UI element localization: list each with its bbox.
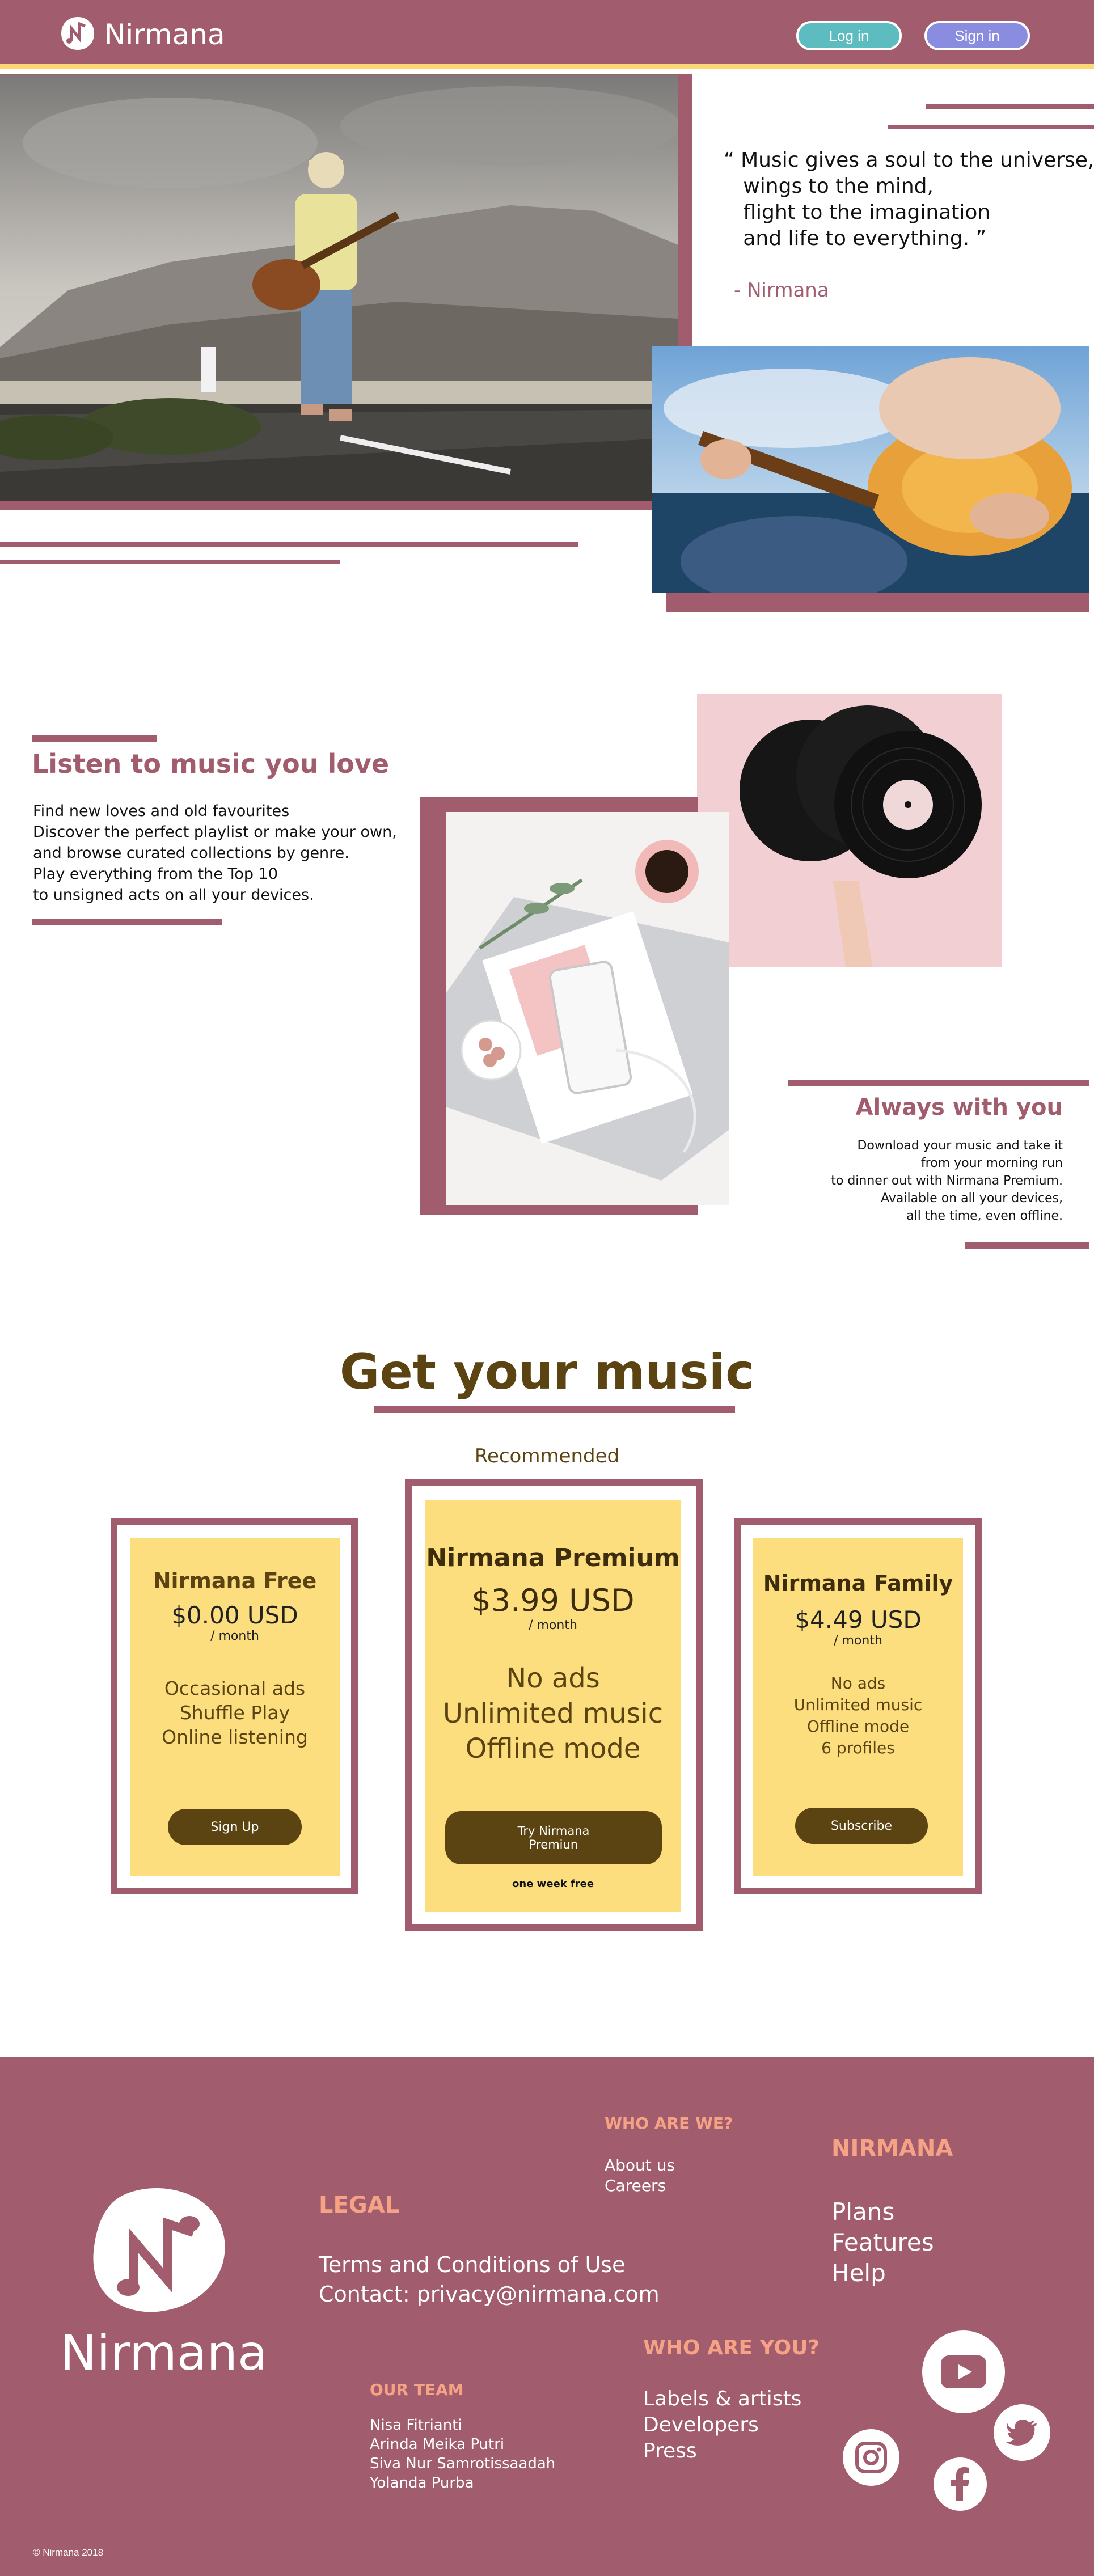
plan-feature: Occasional ads <box>164 1677 306 1699</box>
footer-logo-icon[interactable] <box>88 2179 230 2315</box>
listen-line-3: and browse curated collections by genre. <box>33 844 349 862</box>
plan-name: Nirmana Family <box>763 1571 953 1596</box>
twitter-icon[interactable] <box>994 2404 1050 2461</box>
guitar-closeup-photo <box>652 346 1089 593</box>
team-member: Nisa Fitrianti <box>370 2417 462 2434</box>
developers-link[interactable]: Developers <box>643 2413 759 2437</box>
about-us-link[interactable]: About us <box>605 2156 675 2175</box>
quote-line-4: and life to everything. ” <box>724 227 987 250</box>
quote-line-3: flight to the imagination <box>724 201 991 224</box>
pricing-title: Get your music <box>339 1344 755 1401</box>
plan-name: Nirmana Free <box>153 1568 317 1593</box>
legal-heading: LEGAL <box>319 2192 400 2218</box>
plan-feature: 6 profiles <box>821 1739 895 1757</box>
guitarist-road-photo <box>0 75 678 501</box>
plan-name: Nirmana Premium <box>426 1543 680 1572</box>
recommended-label: Recommended <box>474 1445 620 1467</box>
youtube-icon[interactable] <box>922 2330 1005 2413</box>
careers-link[interactable]: Careers <box>605 2176 666 2195</box>
instagram-icon[interactable] <box>843 2429 899 2486</box>
copyright-text: © Nirmana 2018 <box>33 2547 104 2558</box>
try-premium-button[interactable]: Try Nirmana Premiun <box>445 1811 662 1864</box>
who-are-we-heading: WHO ARE WE? <box>605 2114 733 2133</box>
nirmana-logo-icon[interactable] <box>60 16 95 51</box>
listen-line-5: to unsigned acts on all your devices. <box>33 886 314 904</box>
plan-price: $0.00 USD <box>171 1601 298 1629</box>
hero-quote: “ Music gives a soul to the universe, wi… <box>724 147 1094 252</box>
press-link[interactable]: Press <box>643 2439 697 2463</box>
labels-artists-link[interactable]: Labels & artists <box>643 2387 801 2410</box>
desk-phone-photo <box>446 812 729 1205</box>
listen-bottom-bar <box>32 919 222 925</box>
plan-feature: Offline mode <box>465 1733 641 1765</box>
always-heading: Always with you <box>855 1094 1063 1120</box>
nirmana-heading: NIRMANA <box>831 2135 953 2162</box>
plan-price: $4.49 USD <box>795 1606 922 1634</box>
who-are-you-heading: WHO ARE YOU? <box>643 2336 820 2359</box>
terms-link[interactable]: Terms and Conditions of Use <box>319 2252 625 2277</box>
plan-feature: Shuffle Play <box>179 1702 290 1724</box>
contact-link[interactable]: Contact: privacy@nirmana.com <box>319 2282 660 2307</box>
plan-feature: Unlimited music <box>442 1698 664 1729</box>
always-top-bar <box>788 1080 1089 1086</box>
listen-line-2: Discover the perfect playlist or make yo… <box>33 823 397 841</box>
listen-heading: Listen to music you love <box>32 748 390 779</box>
always-line-3: to dinner out with Nirmana Premium. <box>831 1174 1063 1188</box>
team-member: Yolanda Purba <box>370 2475 474 2492</box>
listen-line-1: Find new loves and old favourites <box>33 802 290 820</box>
hero-right-top-bar-2 <box>888 125 1094 129</box>
plan-feature: Unlimited music <box>793 1695 923 1714</box>
listen-description: Find new loves and old favourites Discov… <box>33 801 397 906</box>
quote-line-1: “ Music gives a soul to the universe, <box>724 149 1094 172</box>
help-link[interactable]: Help <box>831 2259 886 2287</box>
brand-name[interactable]: Nirmana <box>104 18 225 51</box>
plan-feature: Online listening <box>162 1726 308 1748</box>
plan-card-family-body: Nirmana Family $4.49 USD / month No ads … <box>753 1538 963 1876</box>
always-bottom-bar <box>965 1242 1089 1249</box>
quote-line-2: wings to the mind, <box>724 175 934 198</box>
subscribe-button[interactable]: Subscribe <box>795 1808 928 1844</box>
plan-feature: No ads <box>506 1663 600 1694</box>
team-member: Arinda Meika Putri <box>370 2436 505 2453</box>
always-line-2: from your morning run <box>920 1156 1063 1170</box>
always-line-1: Download your music and take it <box>857 1139 1063 1153</box>
login-button[interactable]: Log in <box>796 21 902 50</box>
footer-brand[interactable]: Nirmana <box>60 2325 268 2382</box>
features-link[interactable]: Features <box>831 2228 934 2256</box>
quote-author: - Nirmana <box>734 279 829 302</box>
try-premium-line-2: Premiun <box>529 1838 578 1851</box>
vinyl-records-photo <box>697 694 1002 967</box>
hero-right-top-bar-1 <box>926 104 1094 109</box>
always-line-5: all the time, even offline. <box>906 1209 1063 1223</box>
plan-feature: Offline mode <box>806 1717 910 1736</box>
pricing-title-underline <box>374 1406 735 1413</box>
facebook-icon[interactable] <box>934 2457 987 2511</box>
hero-bottom-bar-1 <box>0 542 578 547</box>
plan-card-premium-body: Nirmana Premium $3.99 USD / month No ads… <box>425 1500 681 1912</box>
always-description: Download your music and take it from you… <box>783 1137 1063 1225</box>
plan-period: / month <box>210 1629 259 1643</box>
plans-link[interactable]: Plans <box>831 2198 894 2226</box>
always-line-4: Available on all your devices, <box>881 1191 1063 1205</box>
plan-feature: No ads <box>830 1674 886 1693</box>
trial-note: one week free <box>512 1878 594 1890</box>
our-team-heading: OUR TEAM <box>370 2380 464 2399</box>
plan-period: / month <box>834 1634 882 1648</box>
plan-card-free-body: Nirmana Free $0.00 USD / month Occasiona… <box>130 1538 340 1876</box>
listen-line-4: Play everything from the Top 10 <box>33 865 278 883</box>
signin-button[interactable]: Sign in <box>924 21 1030 50</box>
plan-price: $3.99 USD <box>471 1583 635 1618</box>
try-premium-line-1: Try Nirmana <box>517 1824 590 1838</box>
listen-top-bar <box>32 735 157 742</box>
signup-button[interactable]: Sign Up <box>168 1809 302 1845</box>
plan-period: / month <box>529 1618 577 1632</box>
hero-bottom-bar-2 <box>0 560 340 564</box>
team-member: Siva Nur Samrotissaadah <box>370 2455 556 2472</box>
